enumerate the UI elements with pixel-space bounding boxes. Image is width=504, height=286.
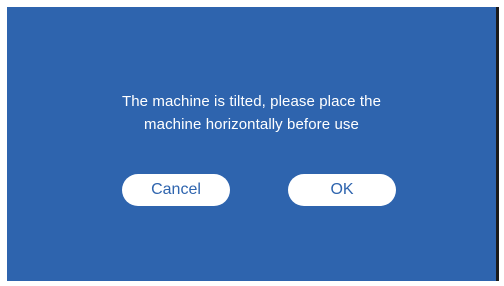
- tilt-warning-screen: The machine is tilted, please place the …: [7, 7, 499, 281]
- message-line-2: machine horizontally before use: [144, 116, 359, 133]
- cancel-button[interactable]: Cancel: [122, 174, 230, 206]
- tilt-warning-message: The machine is tilted, please place the …: [7, 90, 496, 136]
- ok-button[interactable]: OK: [288, 174, 396, 206]
- message-line-1: The machine is tilted, please place the: [121, 93, 382, 110]
